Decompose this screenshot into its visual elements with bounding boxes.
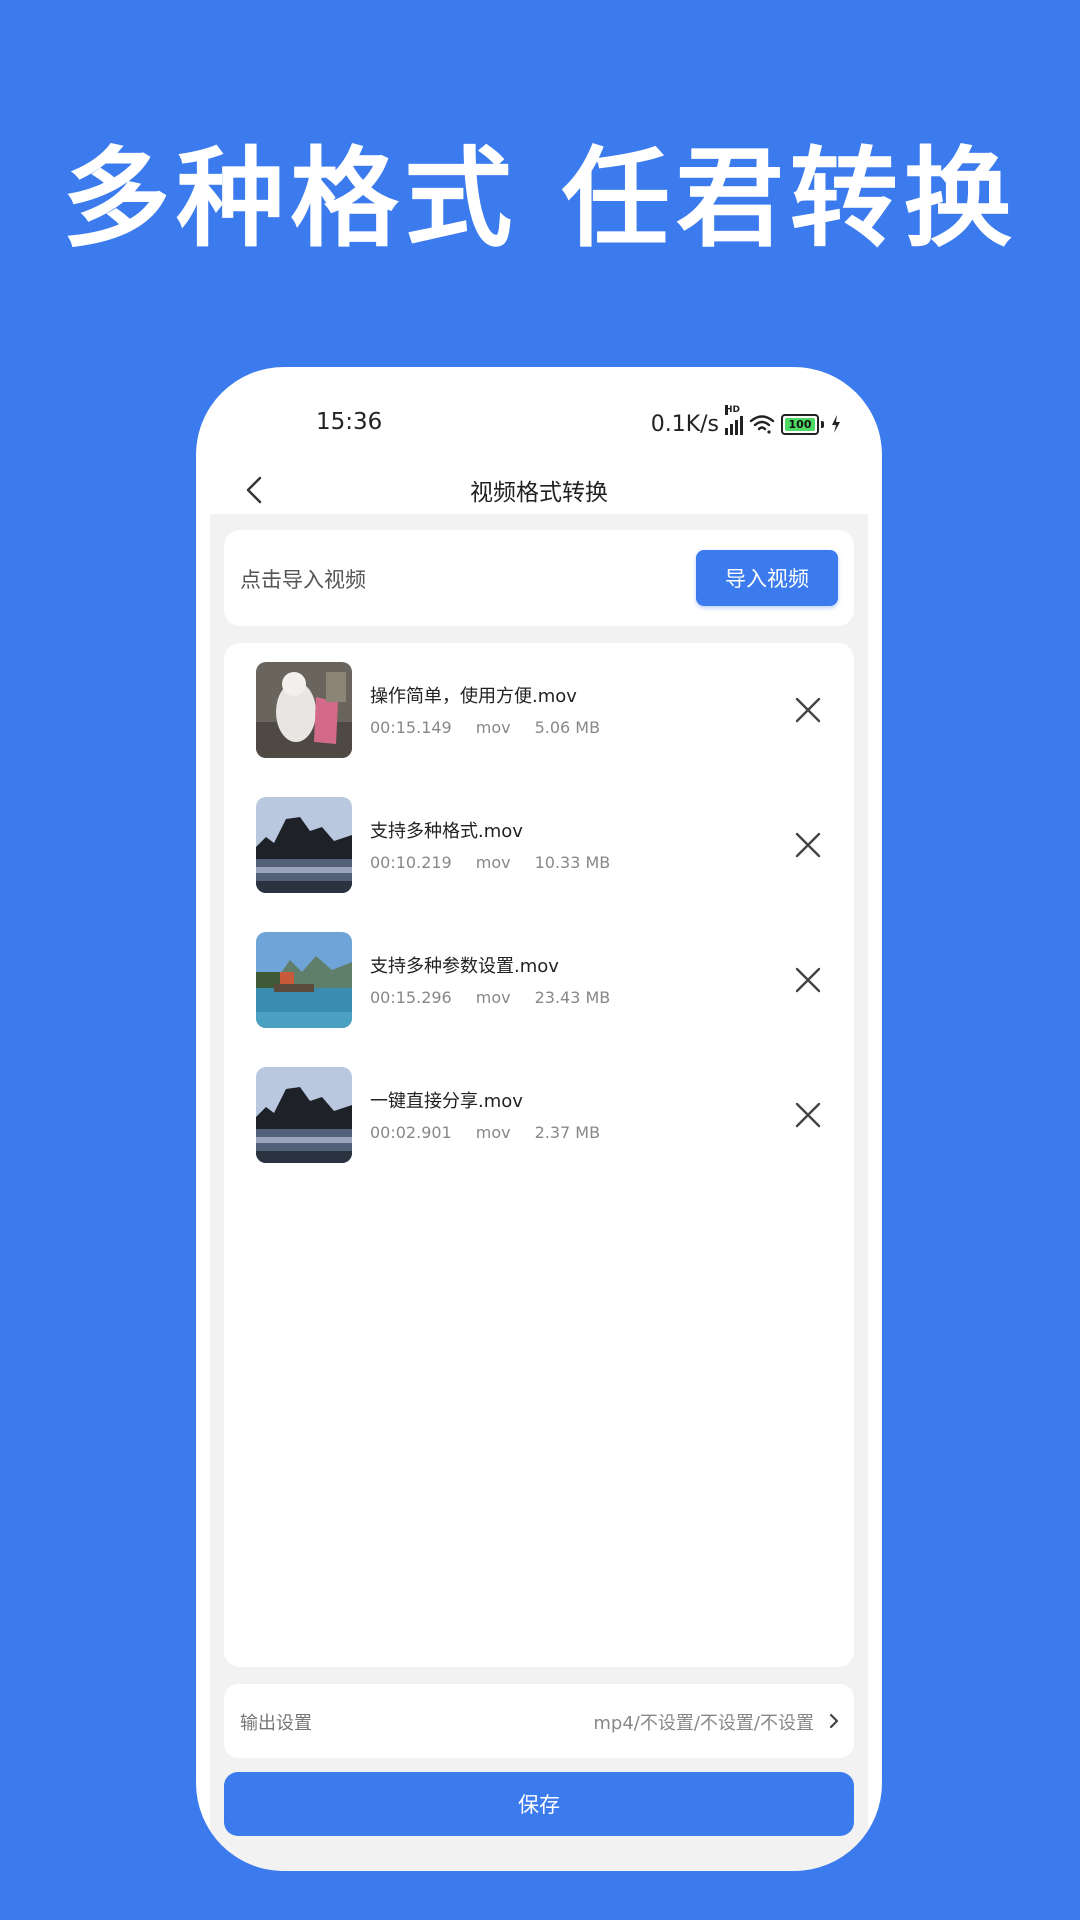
promo-headline: 多种格式 任君转换 [62,137,1018,262]
video-format: mov [475,988,511,1007]
content-area: 点击导入视频 导入视频 操作简单，使用方便.mov 00:15.149 mov 5.… [210,514,868,1871]
video-format: mov [475,853,511,872]
video-meta: 00:15.296 mov 23.43 MB [370,988,610,1007]
output-settings-value: mp4/不设置/不设置/不设置 [593,1713,814,1734]
video-duration: 00:15.149 [370,718,452,737]
video-duration: 00:10.219 [370,853,452,872]
nav-bar: 视频格式转换 [196,461,882,521]
status-time: 15:36 [316,409,383,435]
page-title: 视频格式转换 [470,480,608,506]
video-meta: 00:15.149 mov 5.06 MB [370,718,600,737]
wifi-icon [749,415,775,434]
signal-icon: HD [725,405,743,435]
status-indicators: 0.1K/s HD 100 [650,405,842,439]
list-item[interactable]: 支持多种参数设置.mov 00:15.296 mov 23.43 MB [224,932,854,1032]
video-thumbnail [256,797,352,893]
import-card: 点击导入视频 导入视频 [224,530,854,626]
video-name: 支持多种参数设置.mov [370,956,559,977]
video-thumbnail [256,1067,352,1163]
video-thumbnail [256,932,352,1028]
battery-tip [821,420,824,428]
video-duration: 00:02.901 [370,1123,452,1142]
video-name: 支持多种格式.mov [370,821,523,842]
video-list: 操作简单，使用方便.mov 00:15.149 mov 5.06 MB 支持多种格式… [224,643,854,1667]
video-size: 23.43 MB [534,988,611,1007]
video-meta: 00:10.219 mov 10.33 MB [370,853,610,872]
video-name: 一键直接分享.mov [370,1091,523,1112]
status-bar: 15:36 0.1K/s HD 100 [196,405,882,445]
save-button[interactable]: 保存 [224,1772,854,1836]
video-size: 10.33 MB [534,853,611,872]
charging-icon [832,415,840,433]
video-meta: 00:02.901 mov 2.37 MB [370,1123,600,1142]
battery-level: 100 [788,417,812,431]
battery-icon: 100 [781,413,819,435]
close-icon[interactable] [794,696,822,724]
video-format: mov [475,718,511,737]
chevron-right-icon [829,1713,839,1729]
video-size: 2.37 MB [534,1123,601,1142]
hd-badge: HD [725,405,741,415]
close-icon[interactable] [794,831,822,859]
phone-frame: 15:36 0.1K/s HD 100 视频格式转换 点击导入视频 导入视频 操… [196,367,882,1871]
list-item[interactable]: 支持多种格式.mov 00:10.219 mov 10.33 MB [224,797,854,897]
list-item[interactable]: 一键直接分享.mov 00:02.901 mov 2.37 MB [224,1067,854,1167]
video-name: 操作简单，使用方便.mov [370,686,577,707]
network-speed: 0.1K/s [650,411,719,437]
video-format: mov [475,1123,511,1142]
video-size: 5.06 MB [534,718,601,737]
output-settings-row[interactable]: 输出设置 mp4/不设置/不设置/不设置 [224,1684,854,1758]
import-video-button[interactable]: 导入视频 [696,550,838,606]
close-icon[interactable] [794,966,822,994]
video-duration: 00:15.296 [370,988,452,1007]
video-thumbnail [256,662,352,758]
list-item[interactable]: 操作简单，使用方便.mov 00:15.149 mov 5.06 MB [224,662,854,762]
output-settings-label: 输出设置 [240,1713,312,1734]
import-hint[interactable]: 点击导入视频 [240,564,366,594]
close-icon[interactable] [794,1101,822,1129]
